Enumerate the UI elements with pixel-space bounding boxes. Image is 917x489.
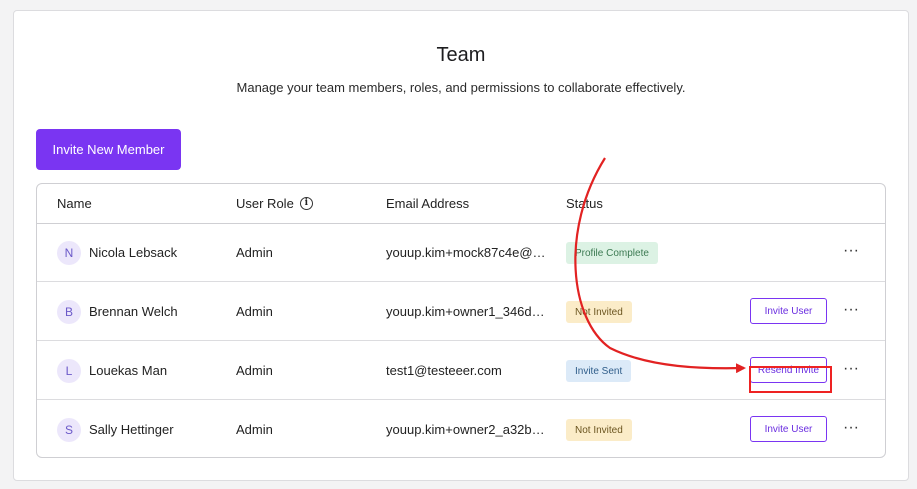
table-row: S Sally Hettinger Admin youup.kim+owner2…: [37, 401, 885, 457]
table-row: L Louekas Man Admin test1@testeeer.com I…: [37, 342, 885, 400]
team-card: Team Manage your team members, roles, an…: [13, 10, 909, 481]
member-email: youup.kim+owner1_346d@example.com: [386, 304, 546, 319]
status-badge: Not Invited: [566, 419, 632, 441]
more-options-icon[interactable]: ···: [841, 418, 861, 438]
member-name: Louekas Man: [89, 363, 168, 378]
avatar: S: [57, 418, 81, 442]
status-badge: Invite Sent: [566, 360, 632, 382]
table-row: N Nicola Lebsack Admin youup.kim+mock87c…: [37, 224, 885, 282]
header-name: Name: [57, 196, 92, 211]
header-status: Status: [566, 196, 603, 211]
member-role: Admin: [236, 363, 273, 378]
page-title: Team: [436, 44, 486, 66]
avatar: N: [57, 241, 81, 265]
member-name: Brennan Welch: [89, 304, 178, 319]
header-status-label: Status: [566, 196, 603, 211]
avatar: B: [57, 300, 81, 324]
invite-new-member-button[interactable]: Invite New Member: [36, 129, 181, 170]
header-role-label: User Role: [236, 196, 294, 211]
header-name-label: Name: [57, 196, 92, 211]
team-table: Name User Role i Email Address Status N …: [36, 183, 886, 458]
more-options-icon[interactable]: ···: [841, 241, 861, 261]
member-email: test1@testeeer.com: [386, 363, 502, 378]
invite-user-button[interactable]: Invite User: [750, 416, 827, 442]
resend-invite-button[interactable]: Resend Invite: [750, 357, 827, 383]
invite-user-button[interactable]: Invite User: [750, 298, 827, 324]
status-badge: Not Invited: [566, 301, 632, 323]
table-row: B Brennan Welch Admin youup.kim+owner1_3…: [37, 283, 885, 341]
status-badge: Profile Complete: [566, 242, 658, 264]
member-name: Sally Hettinger: [89, 422, 174, 437]
member-email: youup.kim+owner2_a32b@example.com: [386, 422, 546, 437]
member-role: Admin: [236, 422, 273, 437]
info-icon[interactable]: i: [299, 197, 313, 210]
member-role: Admin: [236, 304, 273, 319]
avatar: L: [57, 359, 81, 383]
more-options-icon[interactable]: ···: [841, 300, 861, 320]
page-subtitle: Manage your team members, roles, and per…: [236, 80, 686, 95]
more-options-icon[interactable]: ···: [841, 359, 861, 379]
member-name: Nicola Lebsack: [89, 245, 178, 260]
header-role: User Role i: [236, 196, 313, 211]
member-email: youup.kim+mock87c4e@example.com: [386, 245, 546, 260]
header-email: Email Address: [386, 196, 469, 211]
member-role: Admin: [236, 245, 273, 260]
table-header: Name User Role i Email Address Status: [37, 184, 885, 224]
header-email-label: Email Address: [386, 196, 470, 211]
